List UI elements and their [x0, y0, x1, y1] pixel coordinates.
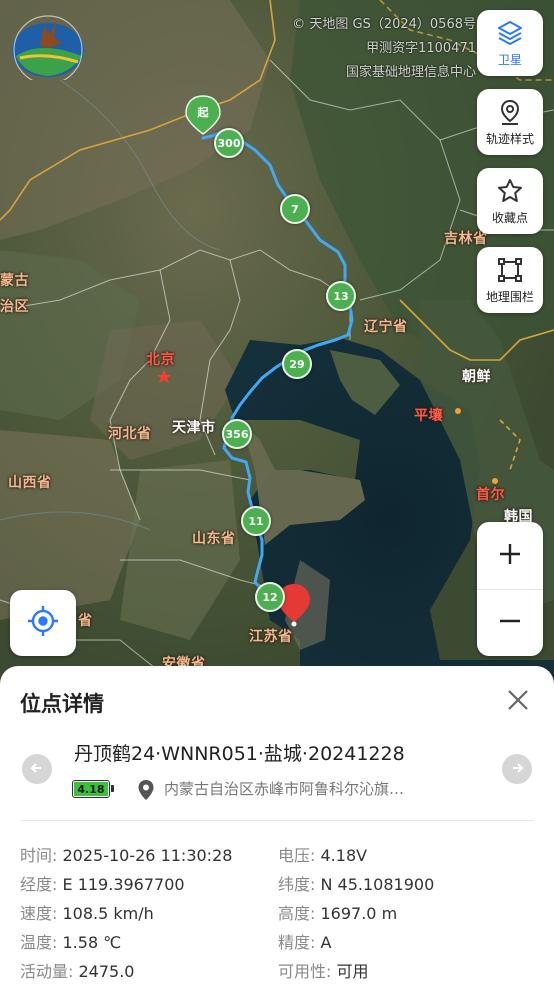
detail-value: 108.5 km/h: [62, 904, 154, 923]
favorites-button[interactable]: 收藏点: [477, 168, 543, 234]
panel-title: 位点详情: [20, 692, 104, 716]
track-style-label: 轨迹样式: [485, 132, 534, 146]
plus-icon: [498, 542, 522, 570]
battery-level: 4.18: [74, 782, 108, 796]
next-point-button[interactable]: [502, 754, 532, 784]
geofence-button[interactable]: 地理围栏: [477, 247, 543, 313]
previous-point-button[interactable]: [22, 754, 52, 784]
chevron-right-icon: [510, 760, 524, 779]
cluster-marker[interactable]: 11: [241, 506, 271, 536]
detail-key: 电压:: [278, 846, 316, 865]
detail-latitude: 纬度: N 45.1081900: [278, 871, 434, 895]
cluster-marker[interactable]: 300: [214, 128, 244, 158]
detail-activity: 活动量: 2475.0: [20, 958, 134, 982]
label-seoul: 首尔: [476, 487, 505, 503]
detail-value: E 119.3967700: [62, 875, 185, 894]
detail-value: 2025-10-26 11:30:28: [62, 846, 233, 865]
zoom-in-button[interactable]: [477, 522, 543, 589]
minus-icon: [498, 609, 522, 637]
chevron-left-icon: [30, 760, 44, 779]
cluster-marker[interactable]: 7: [280, 194, 310, 224]
close-button[interactable]: [502, 686, 534, 718]
layers-icon: [495, 18, 525, 48]
detail-accuracy: 精度: A: [278, 929, 331, 953]
detail-value: 1697.0 m: [320, 904, 398, 923]
detail-key: 速度:: [20, 904, 58, 923]
location-pin-icon: [495, 97, 525, 127]
detail-key: 可用性:: [278, 962, 332, 981]
map-copyright-line-1: © 天地图 GS（2024）0568号: [292, 17, 476, 32]
app-logo: [10, 12, 88, 85]
satellite-map[interactable]: 起 300 7 13 29 356 11 12 北京 天津市 河北省 山西省 山…: [0, 0, 554, 700]
detail-key: 活动量:: [20, 962, 74, 981]
label-beijing: 北京: [146, 352, 175, 368]
label-sheng-edge: 省: [78, 613, 93, 629]
close-icon: [507, 689, 529, 715]
detail-value: N 45.1081900: [320, 875, 435, 894]
satellite-label: 卫星: [497, 53, 522, 67]
start-marker-label: 起: [197, 106, 209, 119]
point-detail-panel: 位点详情 丹顶鹤24·WNNR051·盐城·20241228 4.18 内蒙古自…: [0, 666, 554, 986]
location-pin-icon: [137, 779, 155, 805]
locate-me-button[interactable]: [10, 590, 76, 656]
detail-key: 精度:: [278, 933, 316, 952]
label-zhiqu: 治区: [0, 299, 29, 315]
detail-value: 4.18V: [320, 846, 368, 865]
label-jiangsu: 江苏省: [249, 629, 293, 645]
detail-temperature: 温度: 1.58 ℃: [20, 929, 121, 953]
geofence-icon: [495, 255, 525, 285]
cluster-marker[interactable]: 356: [222, 419, 252, 449]
detail-value: A: [320, 933, 332, 952]
detail-key: 纬度:: [278, 875, 316, 894]
detail-usability: 可用性: 可用: [278, 958, 369, 982]
label-liaoning: 辽宁省: [364, 319, 408, 335]
location-address: 内蒙古自治区赤峰市阿鲁科尔沁旗…: [164, 780, 405, 798]
detail-key: 时间:: [20, 846, 58, 865]
battery-indicator: 4.18: [72, 780, 114, 798]
label-chaoxian: 朝鲜: [462, 369, 491, 385]
detail-longitude: 经度: E 119.3967700: [20, 871, 185, 895]
label-pyongyang: 平壤: [414, 408, 443, 424]
cluster-marker[interactable]: 12: [255, 582, 285, 612]
track-style-button[interactable]: 轨迹样式: [477, 89, 543, 155]
detail-key: 高度:: [278, 904, 316, 923]
label-hebei: 河北省: [108, 426, 152, 442]
detail-value: 2475.0: [78, 962, 135, 981]
detail-value: 可用: [336, 962, 369, 981]
zoom-control: [477, 522, 543, 656]
detail-altitude: 高度: 1697.0 m: [278, 900, 397, 924]
label-shanxi: 山西省: [8, 475, 52, 491]
cluster-marker[interactable]: 29: [282, 349, 312, 379]
cluster-marker[interactable]: 13: [326, 281, 356, 311]
device-name: 丹顶鹤24·WNNR051·盐城·20241228: [74, 743, 405, 765]
crosshair-icon: [26, 604, 60, 642]
favorites-label: 收藏点: [491, 211, 528, 225]
star-icon: [495, 176, 525, 206]
divider: [20, 820, 534, 821]
detail-value: 1.58 ℃: [62, 933, 122, 952]
label-menggu: 蒙古: [0, 273, 29, 289]
zoom-out-button[interactable]: [477, 589, 543, 656]
label-shandong: 山东省: [192, 531, 236, 547]
detail-voltage: 电压: 4.18V: [278, 842, 367, 866]
detail-key: 温度:: [20, 933, 58, 952]
geofence-label: 地理围栏: [485, 290, 534, 304]
detail-speed: 速度: 108.5 km/h: [20, 900, 154, 924]
map-copyright-line-3: 国家基础地理信息中心: [345, 65, 476, 80]
detail-key: 经度:: [20, 875, 58, 894]
map-copyright-line-2: 甲测资字1100471: [366, 41, 476, 56]
detail-time: 时间: 2025-10-26 11:30:28: [20, 842, 232, 866]
label-tianjin: 天津市: [172, 420, 216, 436]
satellite-layer-button[interactable]: 卫星: [477, 10, 543, 76]
